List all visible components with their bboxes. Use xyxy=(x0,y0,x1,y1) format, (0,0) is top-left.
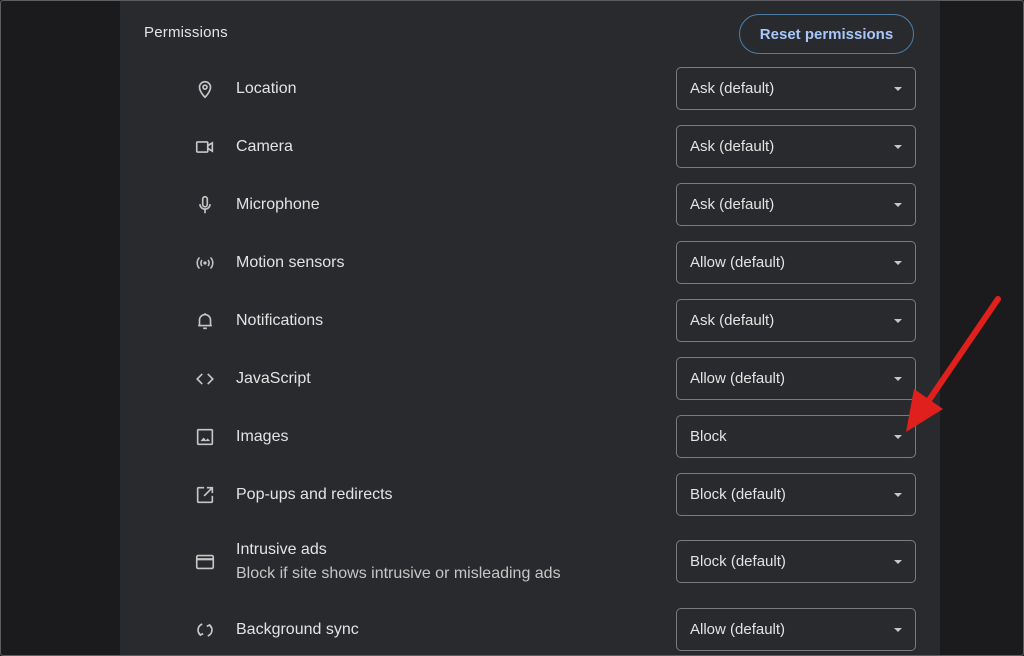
annotation-arrow-icon xyxy=(906,296,1001,432)
screenshot-frame: Permissions Reset permissions Location A… xyxy=(0,0,1024,656)
